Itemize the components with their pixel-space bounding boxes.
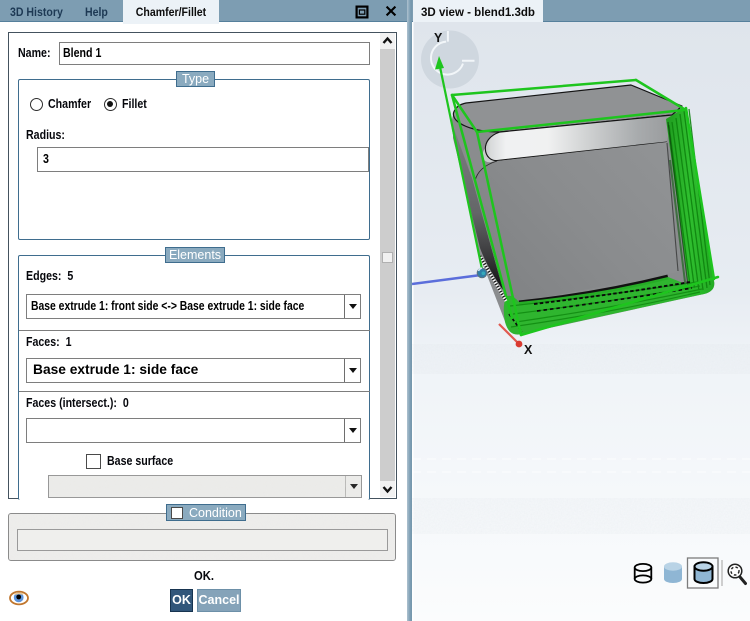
svg-text:Y: Y: [434, 31, 443, 45]
svg-text:X: X: [524, 343, 533, 357]
